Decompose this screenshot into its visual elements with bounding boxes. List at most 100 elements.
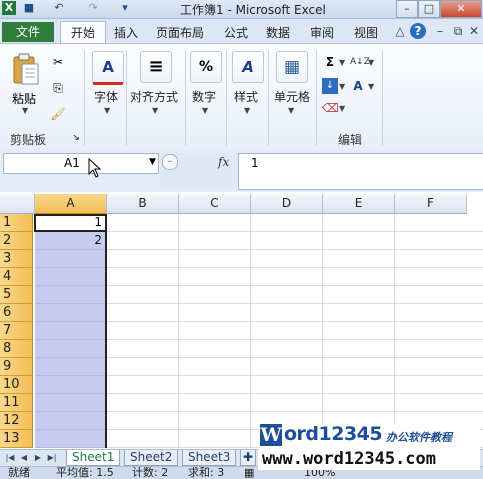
column-header-d[interactable]: D: [251, 194, 323, 214]
clipboard-group-name: 剪贴板: [10, 133, 47, 147]
select-all-corner[interactable]: [0, 194, 35, 214]
sheet-tab-sheet1[interactable]: Sheet1: [66, 450, 121, 466]
row-header-2[interactable]: 2: [0, 232, 33, 250]
last-sheet-icon[interactable]: ▶|: [46, 452, 58, 464]
grid-line: [107, 339, 483, 340]
sheet-tab-sheet3[interactable]: Sheet3: [182, 450, 237, 466]
cell-a11[interactable]: [35, 394, 105, 412]
clipboard-launcher-icon[interactable]: ↘: [68, 130, 84, 146]
grid-line: [107, 303, 483, 304]
copy-icon[interactable]: ⎘: [50, 80, 66, 96]
styles-dropdown-icon[interactable]: ▼: [244, 106, 250, 115]
row-header-10[interactable]: 10: [0, 376, 33, 394]
find-select-icon[interactable]: A: [350, 78, 366, 94]
close-button[interactable]: ✕: [440, 0, 482, 18]
formula-input[interactable]: 1: [238, 153, 483, 190]
window-minimize-icon[interactable]: –: [432, 23, 448, 39]
row-header-8[interactable]: 8: [0, 340, 33, 358]
sheet-tab-sheet2[interactable]: Sheet2: [124, 450, 179, 466]
save-icon[interactable]: ■: [22, 1, 36, 15]
paste-label: 粘贴: [12, 92, 37, 106]
insert-sheet-icon[interactable]: ✚: [240, 450, 256, 466]
customize-icon[interactable]: ▾: [118, 1, 132, 15]
row-header-6[interactable]: 6: [0, 304, 33, 322]
tab-formulas[interactable]: 公式: [224, 24, 248, 41]
cell-a8[interactable]: [35, 340, 105, 358]
format-painter-icon[interactable]: 🖌: [50, 106, 66, 122]
paste-button[interactable]: 粘贴 ▼: [8, 50, 44, 115]
cell-a7[interactable]: [35, 322, 105, 340]
tab-view[interactable]: 视图: [354, 24, 378, 41]
autosum-icon[interactable]: Σ: [322, 54, 338, 70]
tab-file[interactable]: 文件: [2, 22, 54, 42]
maximize-button[interactable]: □: [418, 0, 440, 18]
row-header-1[interactable]: 1: [0, 214, 33, 232]
row-header-13[interactable]: 13: [0, 430, 33, 448]
paste-dropdown-icon[interactable]: ▼: [22, 106, 28, 115]
redo-icon[interactable]: ↷: [86, 1, 100, 15]
normal-view-icon[interactable]: ▦: [244, 467, 254, 479]
cut-icon[interactable]: ✂: [50, 54, 66, 70]
cell-a10[interactable]: [35, 376, 105, 394]
chevron-down-icon[interactable]: ▼: [149, 157, 156, 167]
sort-filter-icon[interactable]: A↓Z: [350, 54, 370, 70]
row-header-11[interactable]: 11: [0, 394, 33, 412]
tab-page-layout[interactable]: 页面布局: [156, 24, 204, 41]
cells-icon: ▦: [276, 51, 308, 83]
cell-a4[interactable]: [35, 268, 105, 286]
window-title: 工作簿1 - Microsoft Excel: [180, 3, 326, 17]
cell-a5[interactable]: [35, 286, 105, 304]
first-sheet-icon[interactable]: |◀: [4, 452, 16, 464]
status-sum: 求和: 3: [188, 466, 225, 479]
find-dropdown-icon[interactable]: ▼: [368, 82, 374, 91]
row-header-9[interactable]: 9: [0, 358, 33, 376]
expand-formula-icon[interactable]: –: [162, 154, 178, 170]
column-header-c[interactable]: C: [179, 194, 251, 214]
help-icon[interactable]: ?: [410, 23, 426, 39]
fill-icon[interactable]: ↓: [322, 78, 338, 94]
column-header-e[interactable]: E: [323, 194, 395, 214]
column-header-a[interactable]: A: [35, 194, 107, 215]
alignment-dropdown-icon[interactable]: ▼: [152, 106, 158, 115]
tab-home[interactable]: 开始: [60, 21, 106, 44]
tab-review[interactable]: 审阅: [310, 24, 334, 41]
sort-dropdown-icon[interactable]: ▼: [368, 58, 374, 67]
next-sheet-icon[interactable]: ▶: [32, 452, 44, 464]
cells-dropdown-icon[interactable]: ▼: [288, 106, 294, 115]
clear-icon[interactable]: ⌫: [322, 100, 339, 116]
number-dropdown-icon[interactable]: ▼: [202, 106, 208, 115]
fill-dropdown-icon[interactable]: ▼: [339, 82, 345, 91]
watermark-initial: W: [260, 424, 282, 446]
prev-sheet-icon[interactable]: ◀: [18, 452, 30, 464]
cell-a13[interactable]: [35, 430, 105, 448]
autosum-dropdown-icon[interactable]: ▼: [339, 58, 345, 67]
column-header-b[interactable]: B: [107, 194, 179, 214]
column-header-f[interactable]: F: [395, 194, 467, 214]
undo-icon[interactable]: ↶: [52, 1, 66, 15]
cell-a2[interactable]: 2: [35, 232, 105, 250]
cell-a9[interactable]: [35, 358, 105, 376]
worksheet-grid[interactable]: ABCDEF 1 1 2 2 3 4 5 6 7 8 9 10 11 12 13: [0, 194, 483, 448]
window-close-icon[interactable]: ✕: [466, 23, 482, 39]
minimize-ribbon-icon[interactable]: △: [392, 23, 408, 39]
grid-line: [107, 285, 483, 286]
window-restore-icon[interactable]: ⧉: [450, 23, 466, 39]
cell-a3[interactable]: [35, 250, 105, 268]
tab-insert[interactable]: 插入: [114, 24, 138, 41]
row-header-3[interactable]: 3: [0, 250, 33, 268]
tab-data[interactable]: 数据: [266, 24, 290, 41]
alignment-icon: ≡: [140, 51, 172, 83]
excel-logo-icon[interactable]: X: [2, 1, 16, 15]
name-box[interactable]: A1 ▼: [3, 153, 159, 174]
row-header-4[interactable]: 4: [0, 268, 33, 286]
paste-icon: [13, 53, 39, 85]
row-header-5[interactable]: 5: [0, 286, 33, 304]
row-header-7[interactable]: 7: [0, 322, 33, 340]
insert-function-icon[interactable]: fx: [218, 155, 229, 169]
minimize-button[interactable]: –: [396, 0, 418, 18]
cell-a6[interactable]: [35, 304, 105, 322]
font-dropdown-icon[interactable]: ▼: [104, 106, 110, 115]
cell-a12[interactable]: [35, 412, 105, 430]
clear-dropdown-icon[interactable]: ▼: [339, 104, 345, 113]
row-header-12[interactable]: 12: [0, 412, 33, 430]
